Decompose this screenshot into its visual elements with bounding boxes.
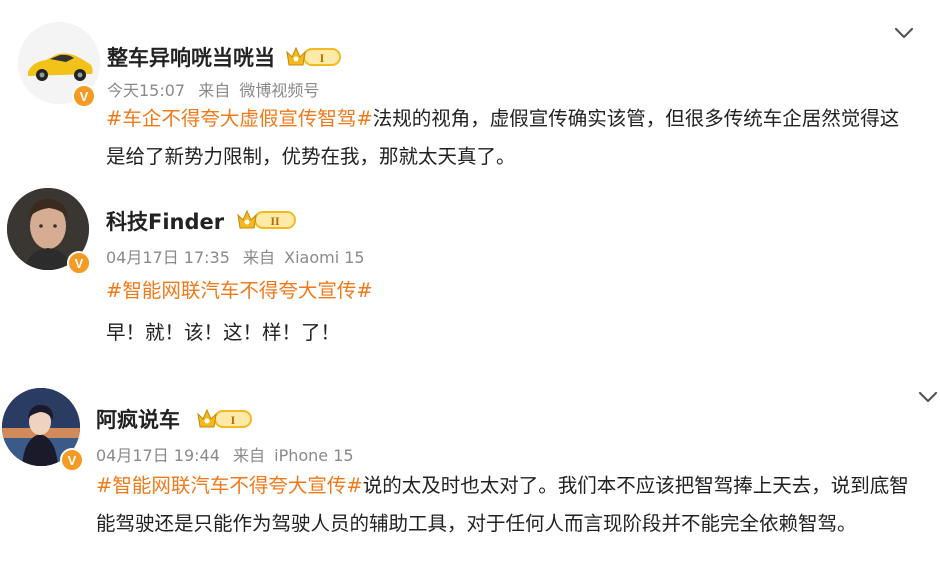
post-source[interactable]: Xiaomi 15: [284, 248, 364, 267]
hashtag-link[interactable]: #车企不得夸大虚假宣传智驾#: [106, 107, 373, 130]
hashtag-link[interactable]: #智能网联汽车不得夸大宣传#: [106, 279, 373, 302]
level-label: II: [270, 214, 280, 228]
chevron-down-icon[interactable]: [893, 26, 915, 40]
chevron-down-icon[interactable]: [917, 390, 939, 404]
post-meta: 04月17日 17:35 来自 Xiaomi 15: [106, 244, 365, 268]
level-badge-icon: I: [197, 408, 252, 428]
post-text: #车企不得夸大虚假宣传智驾#法规的视角，虚假宣传确实该管，但很多传统车企居然觉得…: [106, 100, 916, 176]
weibo-post: V 科技Finder II 04月17日 17:35 来自 Xiaomi 15 …: [0, 180, 940, 370]
post-time: 04月17日 17:35: [106, 248, 230, 267]
post-source[interactable]: 微博视频号: [239, 81, 319, 100]
weibo-post: V 整车异响咣当咣当 I 今天15:07 来自 微博视频号 #车企不得夸大虚假宣…: [0, 0, 940, 180]
level-label: I: [231, 413, 236, 427]
source-prefix: 来自: [198, 81, 231, 100]
post-time: 今天15:07: [107, 81, 186, 100]
verified-badge-icon: V: [67, 251, 91, 275]
post-meta: 04月17日 19:44 来自 iPhone 15: [96, 442, 354, 466]
weibo-post: V 阿疯说车 I 04月17日 19:44 来自 iPhone 15 #智能网联…: [0, 370, 940, 586]
verified-badge-icon: V: [72, 84, 96, 108]
source-prefix: 来自: [243, 248, 276, 267]
username[interactable]: 科技Finder: [106, 206, 224, 236]
level-badge-icon: II: [237, 209, 296, 229]
post-source[interactable]: iPhone 15: [274, 446, 353, 465]
username[interactable]: 阿疯说车: [96, 404, 180, 434]
post-time: 04月17日 19:44: [96, 446, 220, 465]
verified-badge-icon: V: [60, 448, 84, 472]
source-prefix: 来自: [233, 446, 266, 465]
hashtag-link[interactable]: #智能网联汽车不得夸大宣传#: [96, 474, 363, 497]
post-hashtag-line: #智能网联汽车不得夸大宣传#: [106, 272, 916, 310]
level-badge-icon: I: [286, 46, 341, 66]
post-body: 早！就！该！这！样！了！: [106, 321, 341, 344]
post-meta: 今天15:07 来自 微博视频号: [107, 77, 319, 101]
post-text: #智能网联汽车不得夸大宣传#说的太及时也太对了。我们本不应该把智驾捧上天去，说到…: [96, 467, 926, 543]
username[interactable]: 整车异响咣当咣当: [107, 42, 275, 72]
level-label: I: [320, 51, 325, 65]
